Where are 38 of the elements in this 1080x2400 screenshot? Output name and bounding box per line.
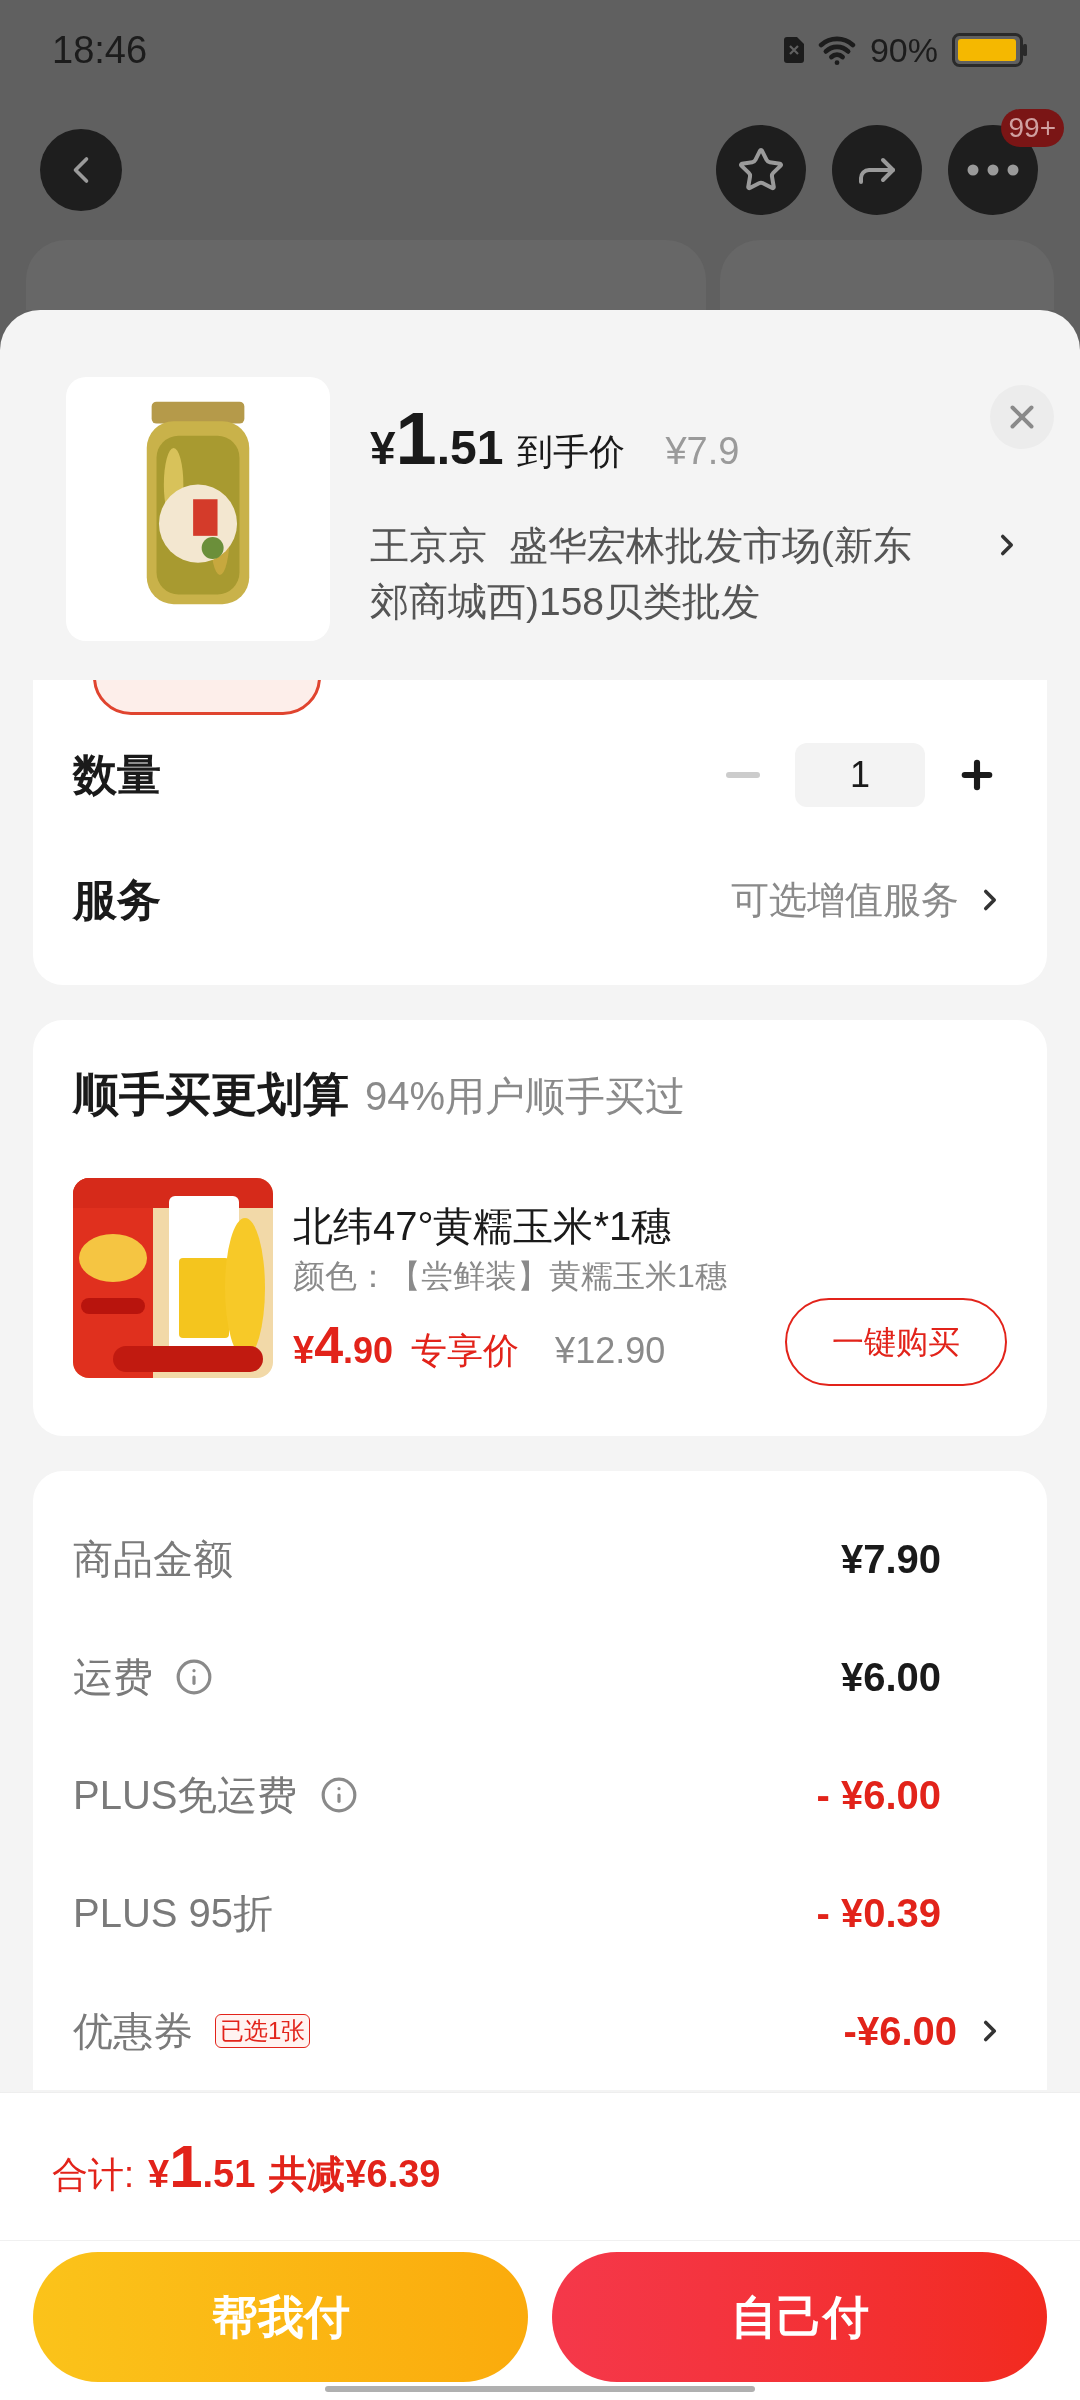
pay-button[interactable]: 自己付 — [552, 2252, 1047, 2382]
summary-amount: - ¥6.00 — [816, 1772, 941, 1819]
total-price: 合计: ¥1.51 共减¥6.39 — [52, 2131, 441, 2202]
bundle-item-variant: 颜色：【尝鲜装】黄糯玉米1穗 — [293, 1257, 728, 1296]
price-label: 到手价 — [517, 430, 626, 474]
summary-label: PLUS免运费 — [73, 1772, 298, 1819]
summary-amount: - ¥0.39 — [816, 1890, 941, 1937]
buy-now-button[interactable]: 一键购买 — [785, 1298, 1007, 1386]
bundle-subtitle: 94%用户顺手买过 — [365, 1073, 686, 1120]
shop-name[interactable]: 王京京 盛华宏林批发市场(新东郊商城西)158贝类批发 — [370, 518, 945, 630]
service-label: 服务 — [73, 874, 161, 926]
bundle-item-name: 北纬47°黄糯玉米*1穗 — [293, 1203, 673, 1250]
info-icon[interactable] — [319, 1776, 358, 1814]
minus-icon — [726, 772, 760, 778]
summary-amount: -¥6.00 — [843, 2008, 957, 2055]
quantity-field[interactable]: 1 — [795, 743, 925, 807]
more-icon — [967, 164, 1019, 176]
quantity-label: 数量 — [73, 749, 161, 801]
bundle-item-price: ¥4.90 — [293, 1315, 394, 1376]
summary-label: 运费 — [73, 1654, 153, 1701]
summary-label: PLUS 95折 — [73, 1890, 274, 1937]
sim-card-icon — [783, 37, 804, 63]
bundle-price-label: 专享价 — [411, 1329, 520, 1373]
original-price: ¥7.9 — [665, 429, 740, 474]
notification-badge: 99+ — [1000, 109, 1064, 147]
info-icon[interactable] — [175, 1658, 213, 1696]
battery-icon — [952, 33, 1028, 67]
final-price: ¥1.51 — [370, 396, 504, 482]
battery-percent: 90% — [869, 29, 938, 71]
summary-label: 商品金额 — [73, 1536, 233, 1583]
summary-amount: ¥7.90 — [840, 1536, 941, 1583]
service-value[interactable]: 可选增值服务 — [731, 871, 959, 929]
bundle-title: 顺手买更划算 — [73, 1067, 349, 1122]
summary-label: 优惠券 — [73, 2008, 193, 2055]
coupon-tag: 已选1张 — [215, 2014, 311, 2048]
status-time: 18:46 — [52, 27, 148, 73]
bundle-original-price: ¥12.90 — [555, 1329, 666, 1373]
summary-amount: ¥6.00 — [840, 1654, 941, 1701]
